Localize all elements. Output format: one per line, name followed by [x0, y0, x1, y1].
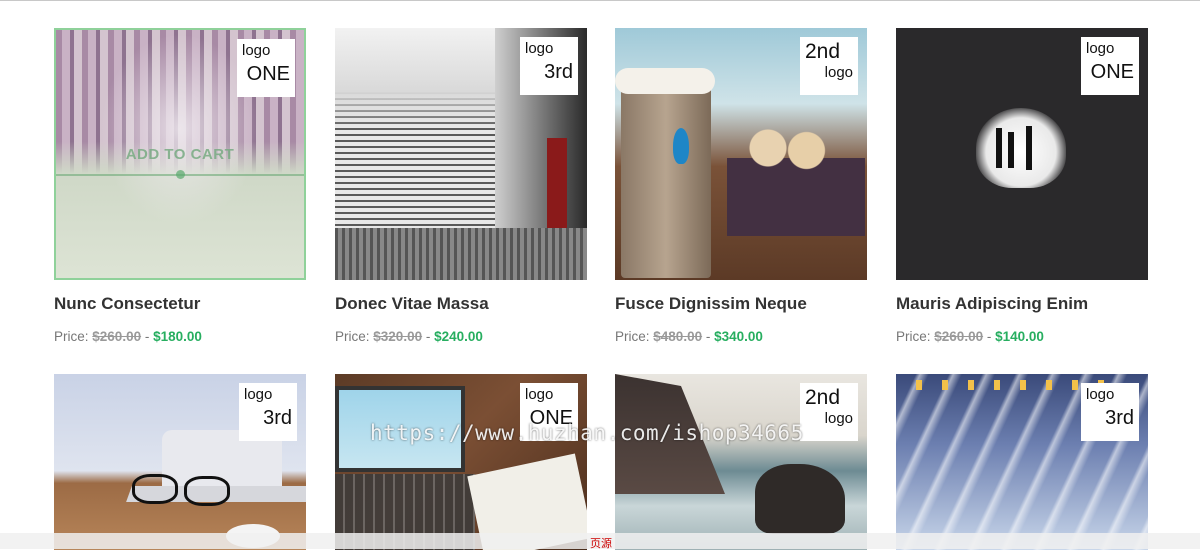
product-card[interactable]: logo 3rd [54, 374, 306, 550]
badge-line-2: logo [824, 64, 853, 81]
product-card[interactable]: logo ONE [335, 374, 587, 550]
price-label: Price: [896, 329, 931, 344]
badge-line-1: logo [242, 42, 271, 59]
old-price: $320.00 [373, 329, 423, 344]
badge-line-2: 3rd [1105, 407, 1134, 429]
badge-line-1: logo [1086, 386, 1115, 403]
logo-badge: logo 3rd [239, 383, 297, 441]
product-image[interactable]: logo 3rd [896, 374, 1148, 550]
add-to-cart-button[interactable]: ADD TO CART [56, 146, 304, 163]
bottom-bar: 页源 [0, 533, 1200, 550]
product-card[interactable]: logo 3rd Donec Vitae Massa Price: $320.0… [335, 28, 587, 344]
sale-price: $240.00 [434, 329, 483, 344]
product-grid: ADD TO CART logo ONE Nunc Consectetur Pr… [0, 1, 1200, 550]
logo-badge: logo ONE [237, 39, 295, 97]
product-image[interactable]: logo ONE [896, 28, 1148, 280]
product-title[interactable]: Nunc Consectetur [54, 294, 306, 314]
price-separator: - [705, 329, 711, 344]
sale-price: $340.00 [714, 329, 763, 344]
badge-line-2: logo [824, 410, 853, 427]
logo-badge: logo ONE [520, 383, 578, 441]
badge-line-1: logo [525, 40, 554, 57]
product-image[interactable]: logo 3rd [335, 28, 587, 280]
badge-line-2: ONE [1090, 61, 1134, 83]
product-price: Price: $480.00 - $340.00 [615, 329, 867, 344]
badge-line-1: 2nd [805, 40, 841, 63]
old-price: $260.00 [92, 329, 142, 344]
badge-line-1: 2nd [805, 386, 841, 409]
logo-badge: logo 3rd [1081, 383, 1139, 441]
old-price: $260.00 [934, 329, 984, 344]
product-image[interactable]: 2nd logo [615, 28, 867, 280]
product-price: Price: $320.00 - $240.00 [335, 329, 587, 344]
badge-line-2: 3rd [544, 61, 573, 83]
product-title[interactable]: Mauris Adipiscing Enim [896, 294, 1148, 314]
product-image[interactable]: ADD TO CART logo ONE [54, 28, 306, 280]
sale-price: $140.00 [995, 329, 1044, 344]
price-separator: - [986, 329, 992, 344]
logo-badge: logo 3rd [520, 37, 578, 95]
product-card[interactable]: ADD TO CART logo ONE Nunc Consectetur Pr… [54, 28, 306, 344]
logo-badge: logo ONE [1081, 37, 1139, 95]
badge-line-1: logo [1086, 40, 1115, 57]
product-title[interactable]: Donec Vitae Massa [335, 294, 587, 314]
product-image[interactable]: logo ONE [335, 374, 587, 550]
product-image[interactable]: 2nd logo [615, 374, 867, 550]
product-title[interactable]: Fusce Dignissim Neque [615, 294, 867, 314]
product-card[interactable]: 2nd logo Fusce Dignissim Neque Price: $4… [615, 28, 867, 344]
price-label: Price: [335, 329, 370, 344]
price-label: Price: [615, 329, 650, 344]
badge-line-1: logo [525, 386, 554, 403]
badge-line-2: 3rd [263, 407, 292, 429]
price-separator: - [425, 329, 431, 344]
product-card[interactable]: 2nd logo [615, 374, 867, 550]
sale-price: $180.00 [153, 329, 202, 344]
price-separator: - [144, 329, 150, 344]
badge-line-2: ONE [246, 63, 290, 85]
cart-icon [176, 170, 185, 179]
price-label: Price: [54, 329, 89, 344]
badge-line-2: ONE [529, 407, 573, 429]
product-price: Price: $260.00 - $140.00 [896, 329, 1148, 344]
logo-badge: 2nd logo [800, 37, 858, 95]
product-price: Price: $260.00 - $180.00 [54, 329, 306, 344]
logo-badge: 2nd logo [800, 383, 858, 441]
badge-line-1: logo [244, 386, 273, 403]
product-card[interactable]: logo 3rd [896, 374, 1148, 550]
product-image[interactable]: logo 3rd [54, 374, 306, 550]
old-price: $480.00 [653, 329, 703, 344]
product-card[interactable]: logo ONE Mauris Adipiscing Enim Price: $… [896, 28, 1148, 344]
